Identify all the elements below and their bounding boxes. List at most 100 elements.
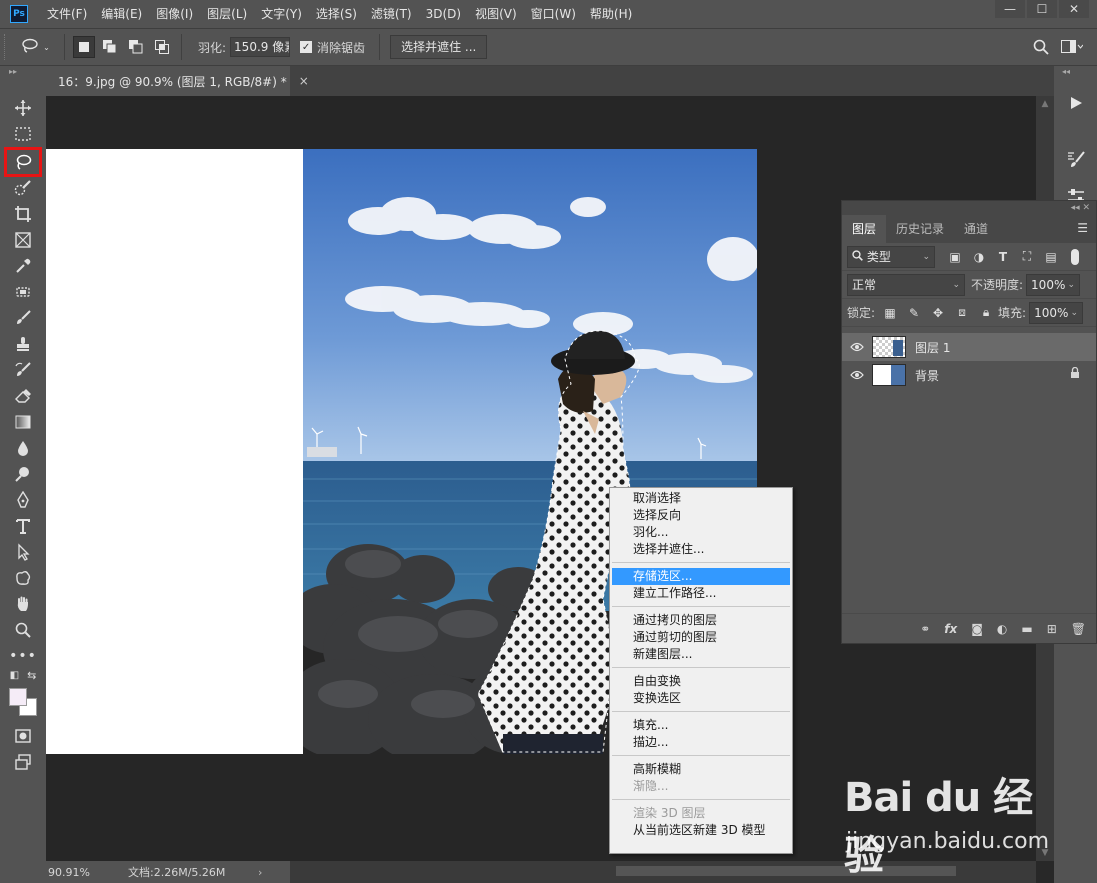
eye-icon[interactable] <box>842 370 872 380</box>
filter-toggle-button[interactable] <box>1063 246 1087 268</box>
quick-selection-tool[interactable] <box>9 176 37 200</box>
menu-item-deselect[interactable]: 取消选择 <box>612 490 790 507</box>
path-selection-tool[interactable] <box>9 540 37 564</box>
menu-item-select-and-mask[interactable]: 选择并遮住... <box>612 541 790 558</box>
type-tool[interactable] <box>9 514 37 538</box>
layer-row-layer1[interactable]: 图层 1 <box>842 333 1096 361</box>
menu-item-free-transform[interactable]: 自由变换 <box>612 673 790 690</box>
menu-image[interactable]: 图像(I) <box>149 0 200 28</box>
history-brush-tool[interactable] <box>9 358 37 382</box>
screen-mode-button[interactable] <box>9 750 37 774</box>
filter-adjustment-button[interactable]: ◑ <box>967 246 991 268</box>
folder-icon[interactable]: ▬ <box>1021 622 1032 636</box>
menu-select[interactable]: 选择(S) <box>309 0 364 28</box>
intersect-selection-button[interactable] <box>151 36 173 58</box>
lock-position-button[interactable]: ✥ <box>926 302 950 324</box>
lock-transparent-button[interactable]: ▦ <box>878 302 902 324</box>
scroll-up-icon[interactable]: ▲ <box>1036 96 1054 112</box>
select-and-mask-button[interactable]: 选择并遮住 ... <box>390 35 488 59</box>
menu-edit[interactable]: 编辑(E) <box>94 0 149 28</box>
adjustment-layer-icon[interactable]: ◐ <box>997 622 1007 636</box>
filter-smart-object-button[interactable]: ▤ <box>1039 246 1063 268</box>
layer-row-background[interactable]: 背景 <box>842 361 1096 389</box>
menu-item-new-layer[interactable]: 新建图层... <box>612 646 790 663</box>
menu-filter[interactable]: 滤镜(T) <box>364 0 419 28</box>
filter-type-button[interactable]: T <box>991 246 1015 268</box>
swap-colors-control[interactable]: ◧ ⇆ <box>5 667 41 683</box>
gradient-tool[interactable] <box>9 410 37 434</box>
tab-channels[interactable]: 通道 <box>954 215 998 243</box>
zoom-tool[interactable] <box>9 618 37 642</box>
crop-tool[interactable] <box>9 202 37 226</box>
clone-stamp-tool[interactable] <box>9 332 37 356</box>
subtract-selection-button[interactable] <box>125 36 147 58</box>
document-tab[interactable]: 16：9.jpg @ 90.9% (图层 1, RGB/8#) * × <box>46 66 309 96</box>
eraser-tool[interactable] <box>9 384 37 408</box>
menu-item-select-inverse[interactable]: 选择反向 <box>612 507 790 524</box>
move-tool[interactable] <box>9 96 37 120</box>
filter-pixel-button[interactable]: ▣ <box>943 246 967 268</box>
frame-tool[interactable] <box>9 228 37 252</box>
menu-item-layer-via-cut[interactable]: 通过剪切的图层 <box>612 629 790 646</box>
menu-item-save-selection[interactable]: 存储选区... <box>612 568 790 585</box>
maximize-button[interactable]: ☐ <box>1027 0 1057 18</box>
panel-menu-icon[interactable]: ☰ <box>1077 221 1088 235</box>
add-selection-button[interactable] <box>99 36 121 58</box>
menu-item-transform-selection[interactable]: 变换选区 <box>612 690 790 707</box>
workspace-icon[interactable] <box>1061 39 1084 57</box>
lock-artboard-button[interactable]: ⧈ <box>950 302 974 324</box>
menu-item-feather[interactable]: 羽化... <box>612 524 790 541</box>
blend-mode-select[interactable]: 正常 ⌄ <box>847 273 965 296</box>
add-mask-icon[interactable]: ◙ <box>971 622 983 636</box>
shape-tool[interactable] <box>9 566 37 590</box>
toolbar-collapse-icon[interactable]: ▸▸ <box>0 66 46 78</box>
tool-preset-picker[interactable]: ⌄ <box>12 34 58 60</box>
tab-history[interactable]: 历史记录 <box>886 215 954 243</box>
close-tab-icon[interactable]: × <box>299 74 309 88</box>
lock-image-button[interactable]: ✎ <box>902 302 926 324</box>
menu-type[interactable]: 文字(Y) <box>254 0 309 28</box>
menu-layer[interactable]: 图层(L) <box>200 0 254 28</box>
close-window-button[interactable]: ✕ <box>1059 0 1089 18</box>
eye-icon[interactable] <box>842 342 872 352</box>
antialias-checkbox[interactable]: ✓ <box>300 41 313 53</box>
eyedropper-tool[interactable] <box>9 254 37 278</box>
actions-play-button[interactable] <box>1054 78 1097 128</box>
menu-item-fill[interactable]: 填充... <box>612 717 790 734</box>
zoom-level[interactable]: 90.91% <box>48 866 128 879</box>
menu-3d[interactable]: 3D(D) <box>419 0 468 28</box>
quick-mask-button[interactable] <box>9 724 37 748</box>
tab-layers[interactable]: 图层 <box>842 215 887 243</box>
menu-item-make-work-path[interactable]: 建立工作路径... <box>612 585 790 602</box>
status-menu-arrow-icon[interactable]: › <box>258 866 262 879</box>
panel-collapse-controls[interactable]: ◂◂ ✕ <box>842 201 1096 215</box>
link-layers-icon[interactable]: ⚭ <box>920 622 930 636</box>
brush-settings-button[interactable] <box>1054 142 1097 178</box>
blur-tool[interactable] <box>9 436 37 460</box>
menu-item-layer-via-copy[interactable]: 通过拷贝的图层 <box>612 612 790 629</box>
trash-icon[interactable]: 🗑︎ <box>1071 622 1086 636</box>
fx-icon[interactable]: fx <box>944 622 957 636</box>
hand-tool[interactable] <box>9 592 37 616</box>
menu-file[interactable]: 文件(F) <box>40 0 94 28</box>
brush-tool[interactable] <box>9 306 37 330</box>
options-grip[interactable] <box>4 34 12 60</box>
minimize-button[interactable]: — <box>995 0 1025 18</box>
menu-view[interactable]: 视图(V) <box>468 0 524 28</box>
healing-brush-tool[interactable] <box>9 280 37 304</box>
dodge-tool[interactable] <box>9 462 37 486</box>
layer-filter-select[interactable]: 类型 ⌄ <box>847 245 935 268</box>
opacity-input[interactable]: 100% ⌄ <box>1026 273 1081 296</box>
pen-tool[interactable] <box>9 488 37 512</box>
edit-toolbar-button[interactable]: ••• <box>9 644 37 668</box>
lasso-tool[interactable] <box>9 150 37 174</box>
menu-item-stroke[interactable]: 描边... <box>612 734 790 751</box>
menu-window[interactable]: 窗口(W) <box>524 0 583 28</box>
feather-input[interactable]: 150.9 像素 <box>230 37 291 57</box>
dock-collapse-icon[interactable]: ◂◂ <box>1054 66 1097 78</box>
menu-item-new-3d-from-selection[interactable]: 从当前选区新建 3D 模型 <box>612 822 790 839</box>
new-selection-button[interactable] <box>73 36 95 58</box>
fill-input[interactable]: 100% ⌄ <box>1029 301 1084 324</box>
new-layer-icon[interactable]: ⊞ <box>1047 622 1057 636</box>
menu-help[interactable]: 帮助(H) <box>583 0 639 28</box>
